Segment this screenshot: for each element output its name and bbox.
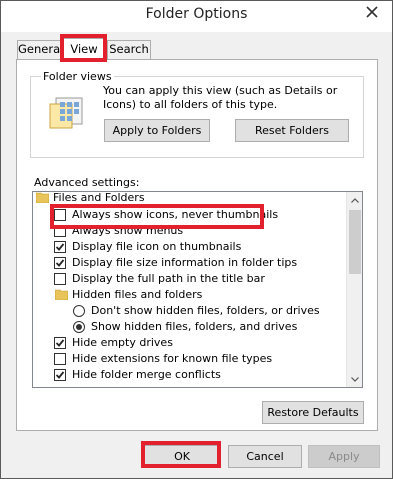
restore-defaults-button[interactable]: Restore Defaults [262, 401, 364, 424]
tree-item-label: Always show menus [72, 224, 184, 237]
advanced-settings-label: Advanced settings: [34, 176, 140, 189]
reset-folders-button[interactable]: Reset Folders [235, 119, 349, 142]
tree-item-label: Hide empty drives [72, 336, 173, 349]
scroll-thumb[interactable] [349, 210, 361, 274]
checkmark-icon [55, 259, 65, 267]
checkbox-hide-empty-drives[interactable] [54, 337, 66, 349]
view-tab-panel: Folder views You can apply this view (su… [16, 59, 378, 431]
checkmark-icon [55, 339, 65, 347]
title-bar: Folder Options [1, 1, 392, 32]
tab-search[interactable]: Search [107, 40, 151, 59]
checkbox-hide-merge-conflicts[interactable] [54, 369, 66, 381]
tree-folder-label: Hidden files and folders [72, 288, 203, 301]
apply-to-folders-button[interactable]: Apply to Folders [104, 119, 210, 142]
checkbox-display-full-path[interactable] [54, 273, 66, 285]
tree-item-label: Display the full path in the title bar [72, 272, 265, 285]
close-button[interactable] [358, 1, 386, 22]
folder-icon [54, 289, 69, 305]
folder-icon [35, 192, 50, 208]
checkmark-icon [55, 243, 65, 251]
ok-button[interactable]: OK [143, 445, 221, 468]
tree-item-label: Display file size information in folder … [72, 256, 298, 269]
tree-item-label: Display file icon on thumbnails [72, 240, 242, 253]
radio-show-hidden[interactable] [73, 321, 85, 333]
tab-view[interactable]: View [62, 38, 106, 61]
folder-views-label: Folder views [41, 70, 114, 83]
tree-item-label: Hide folder merge conflicts [72, 368, 221, 381]
checkbox-always-show-menus[interactable] [54, 225, 66, 237]
cancel-button[interactable]: Cancel [228, 445, 302, 468]
scroll-down-button[interactable] [347, 371, 362, 387]
close-icon [366, 5, 378, 18]
tree-item-label: Show hidden files, folders, and drives [91, 320, 298, 333]
checkbox-display-file-icon[interactable] [54, 241, 66, 253]
folder-options-window: Folder Options General View Search Folde… [0, 0, 393, 479]
tab-general[interactable]: General [17, 40, 63, 59]
checkmark-icon [55, 371, 65, 379]
scroll-up-button[interactable] [347, 192, 362, 208]
checkbox-display-file-size[interactable] [54, 257, 66, 269]
apply-button[interactable]: Apply [308, 445, 380, 468]
folder-views-icon [48, 96, 84, 133]
tree-item-label: Always show icons, never thumbnails [72, 208, 279, 221]
window-title: Folder Options [145, 6, 248, 22]
checkbox-always-show-icons[interactable] [54, 209, 66, 221]
tree-item-label: Hide extensions for known file types [72, 352, 273, 365]
tree-item-label: Don't show hidden files, folders, or dri… [91, 304, 320, 317]
advanced-settings-tree[interactable]: Files and Folders Always show icons, nev… [32, 191, 363, 388]
folder-views-description: You can apply this view (such as Details… [103, 84, 338, 111]
chevron-down-icon [351, 376, 359, 382]
chevron-up-icon [351, 197, 359, 203]
tree-folder-label: Files and Folders [53, 191, 145, 204]
vertical-scrollbar[interactable] [346, 192, 362, 387]
radio-dont-show-hidden[interactable] [73, 305, 85, 317]
checkbox-hide-extensions[interactable] [54, 353, 66, 365]
